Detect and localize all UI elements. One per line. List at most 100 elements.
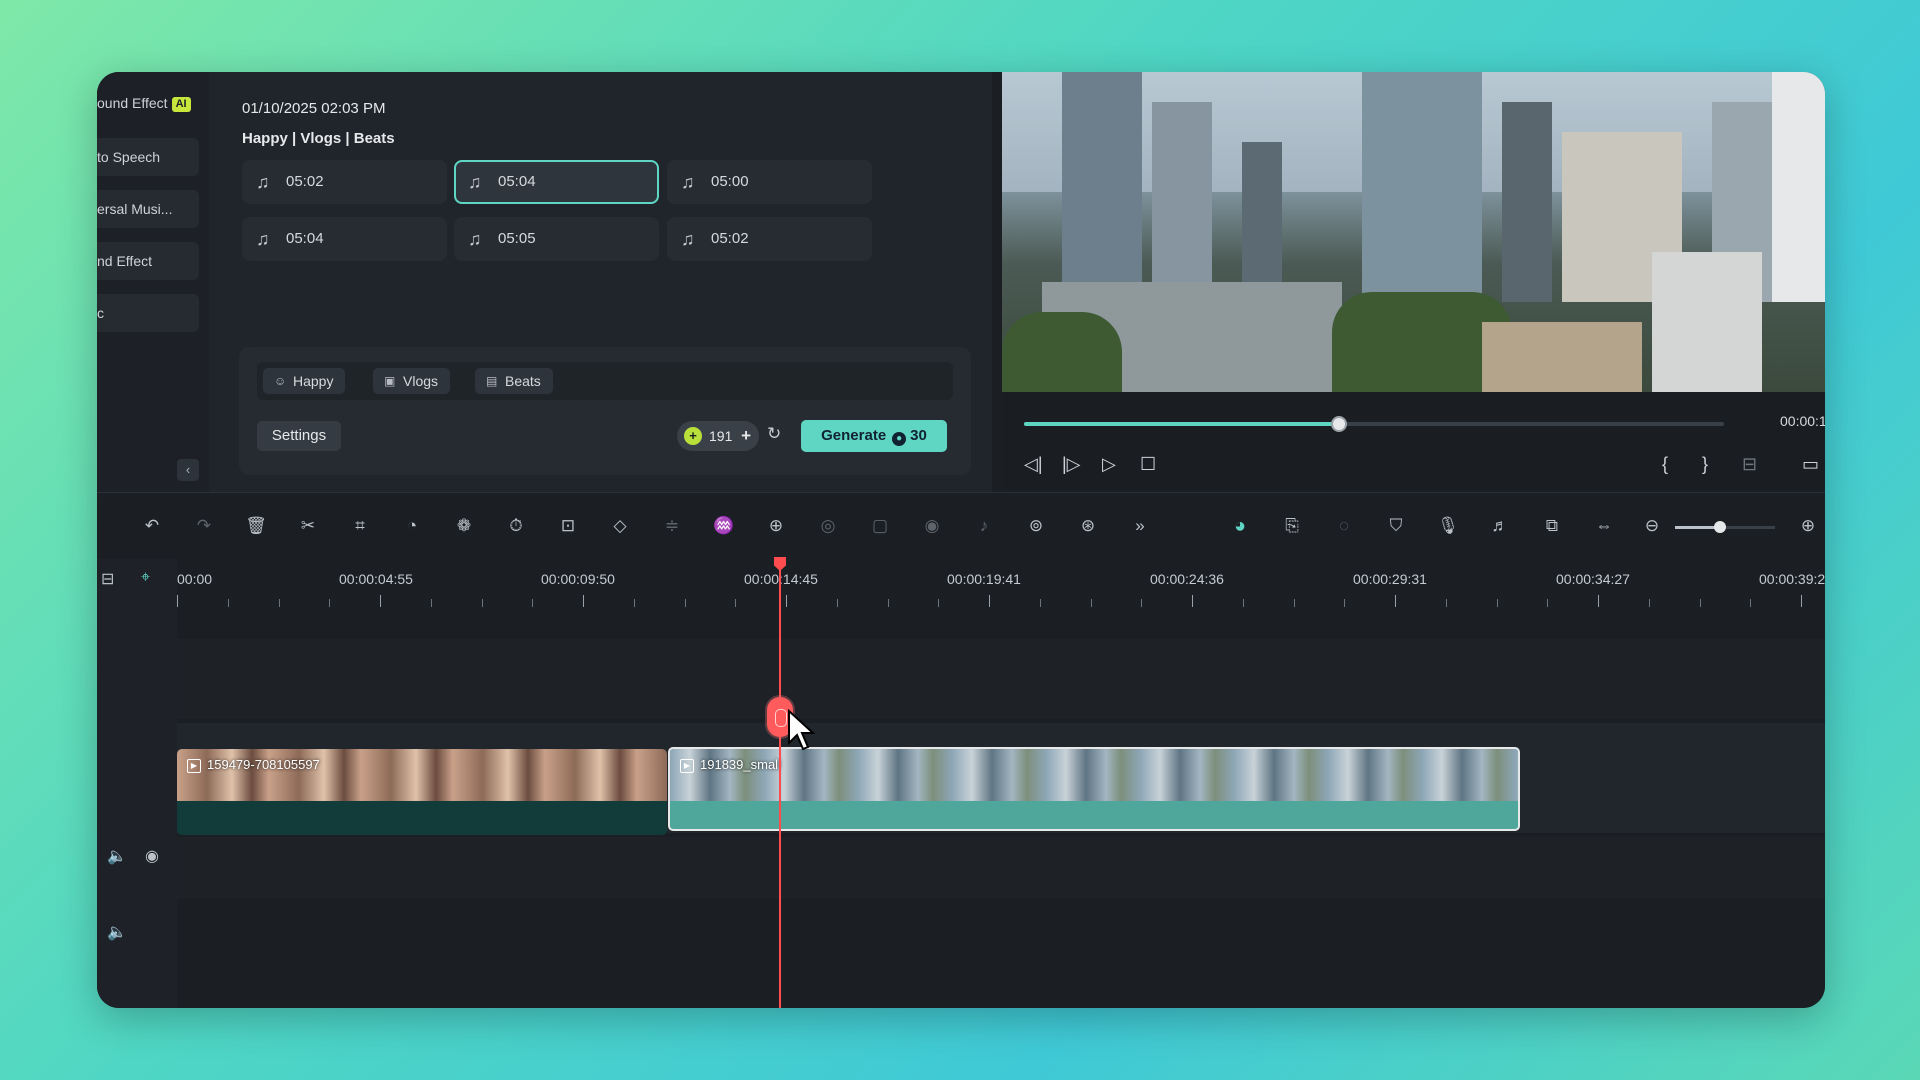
prev-frame-icon[interactable]: ◁| xyxy=(1024,454,1043,475)
music-track-card[interactable]: ♫ 05:02 xyxy=(667,217,872,261)
adjust-icon[interactable]: ≑ xyxy=(661,515,683,537)
add-track-icon[interactable]: ⊟ xyxy=(101,569,114,589)
ruler-tick xyxy=(1445,599,1447,607)
keyframe-icon[interactable]: ◇ xyxy=(609,515,631,537)
timer-icon[interactable]: ⏱ xyxy=(505,515,527,537)
scrubber-handle[interactable] xyxy=(1331,416,1347,432)
audio-stretch-icon[interactable]: ♒ xyxy=(713,515,735,537)
ai-tool-icon[interactable]: ⊕ xyxy=(765,515,787,537)
scrubber-progress xyxy=(1024,422,1339,426)
zoom-in-icon[interactable]: ⊕ xyxy=(1797,515,1819,537)
microphone-icon[interactable]: 🎙 xyxy=(1437,515,1459,537)
mark-in-icon[interactable]: { xyxy=(1662,454,1668,475)
tag-chip-beats[interactable]: ▤ Beats xyxy=(475,368,553,394)
tag-chip-vlogs[interactable]: ▣ Vlogs xyxy=(373,368,451,394)
ruler-tick xyxy=(989,595,990,607)
redo-icon[interactable]: ↷ xyxy=(193,515,215,537)
snapshot-icon[interactable]: ⎘ xyxy=(1281,515,1303,537)
fullscreen-icon[interactable]: ▭ xyxy=(1802,454,1819,475)
track-duration: 05:02 xyxy=(286,173,324,190)
music-note-icon: ♫ xyxy=(256,172,270,192)
ai-copilot-icon[interactable]: ◕ xyxy=(1229,515,1251,537)
motion-icon[interactable]: ◉ xyxy=(921,515,943,537)
stabilize-icon[interactable]: ▢ xyxy=(869,515,891,537)
ai-music-panel: ound Effect AI to Speech ersal Musi... nd… xyxy=(97,72,992,492)
mouse-cursor-icon xyxy=(788,709,816,751)
category-universal-music[interactable]: ersal Musi... xyxy=(97,190,199,228)
zoom-out-icon[interactable]: ⊖ xyxy=(1641,515,1663,537)
ruler-label: 00:00:19:41 xyxy=(947,571,1021,587)
zoom-slider[interactable] xyxy=(1675,521,1775,533)
track-duration: 05:05 xyxy=(498,230,536,247)
speaker-icon[interactable]: 🔈 xyxy=(107,846,127,866)
eye-icon[interactable]: ◉ xyxy=(145,846,159,866)
audio-icon[interactable]: ♪ xyxy=(973,515,995,537)
mark-out-icon[interactable]: } xyxy=(1702,454,1708,475)
music-track-card[interactable]: ♫ 05:04 xyxy=(242,217,447,261)
add-credits-icon: + xyxy=(741,426,751,445)
ruler-tick xyxy=(836,599,838,607)
auto-reframe-icon[interactable]: ⊡ xyxy=(557,515,579,537)
snap-icon[interactable]: ⌖ xyxy=(141,569,150,587)
ruler-tick xyxy=(177,595,178,607)
category-sound-effect-ai[interactable]: ound Effect AI xyxy=(97,84,199,122)
tag-label: Happy xyxy=(293,373,334,389)
music-track-card[interactable]: ♫ 05:00 xyxy=(667,160,872,204)
speaker-icon[interactable]: 🔈 xyxy=(107,922,127,942)
play-icon[interactable]: ▷ xyxy=(1102,454,1116,475)
ruler-label: 00:00:29:31 xyxy=(1353,571,1427,587)
music-track-card[interactable]: ♫ 05:02 xyxy=(242,160,447,204)
video-clip-selected[interactable]: ▶ 191839_small xyxy=(668,747,1520,831)
delete-icon[interactable]: 🗑 xyxy=(245,515,267,537)
building xyxy=(1242,142,1282,302)
category-music[interactable]: c xyxy=(97,294,199,332)
camera-icon: ▣ xyxy=(384,374,396,388)
zoom-handle[interactable] xyxy=(1714,521,1726,533)
time-ruler[interactable]: 00:00 00:00:04:55 00:00:09:50 00:00:14:4… xyxy=(177,559,1825,619)
video-preview-panel: 00:00:14 ◁| |▷ ▷ ☐ { } ⊟ ▭ xyxy=(1002,72,1825,492)
tag-chip-happy[interactable]: ☺ Happy xyxy=(263,368,346,394)
render-icon[interactable]: ◌ xyxy=(1333,515,1355,537)
undo-icon[interactable]: ↶ xyxy=(141,515,163,537)
collapse-panel-button[interactable]: ‹ xyxy=(177,459,199,481)
crop-icon[interactable]: ⌗ xyxy=(349,515,371,537)
rooftop xyxy=(1652,252,1762,392)
ruler-tick xyxy=(684,599,686,607)
credit-icon: ● xyxy=(892,432,907,446)
ruler-tick xyxy=(1699,599,1701,607)
generate-button[interactable]: Generate ● 30 xyxy=(801,420,947,452)
more-tools-icon[interactable]: » xyxy=(1129,515,1151,537)
fit-timeline-icon[interactable]: ⇔ xyxy=(1593,515,1615,537)
media-icon[interactable]: ⧉ xyxy=(1541,515,1563,537)
settings-button[interactable]: Settings xyxy=(257,421,341,451)
effects-icon[interactable]: ⊛ xyxy=(1077,515,1099,537)
insert-clip-icon[interactable]: ⊟ xyxy=(1742,454,1757,475)
playhead-line[interactable] xyxy=(779,559,781,1008)
cut-icon[interactable]: ✂ xyxy=(297,515,319,537)
refresh-icon[interactable]: ↻ xyxy=(767,424,781,444)
category-text-to-speech[interactable]: to Speech xyxy=(97,138,199,176)
music-track-card-selected[interactable]: ♫ 05:04 xyxy=(454,160,659,204)
mask-icon[interactable]: ◎ xyxy=(817,515,839,537)
preview-scrubber[interactable] xyxy=(1024,416,1724,432)
ruler-tick xyxy=(1395,595,1396,607)
stop-icon[interactable]: ☐ xyxy=(1140,454,1156,475)
color-icon[interactable]: ❁ xyxy=(453,515,475,537)
audio-track-lane xyxy=(177,837,1825,899)
video-clip-icon: ▶ xyxy=(680,759,694,773)
chevron-left-icon: ‹ xyxy=(185,462,191,477)
building xyxy=(1362,72,1482,302)
prompt-tag-row[interactable]: ☺ Happy ▣ Vlogs ▤ Beats xyxy=(257,362,953,400)
category-label: ersal Musi... xyxy=(97,201,173,217)
video-clip[interactable]: ▶ 159479-708105597 xyxy=(177,749,667,835)
category-sound-effect[interactable]: nd Effect xyxy=(97,242,199,280)
next-frame-icon[interactable]: |▷ xyxy=(1062,454,1081,475)
preview-time-readout: 00:00:14 xyxy=(1780,413,1825,429)
speed-icon[interactable]: ◔ xyxy=(401,515,423,537)
smart-cutout-icon[interactable]: ⊚ xyxy=(1025,515,1047,537)
music-track-card[interactable]: ♫ 05:05 xyxy=(454,217,659,261)
music-list-icon[interactable]: ♬ xyxy=(1489,515,1511,537)
shield-icon[interactable]: ⛉ xyxy=(1385,515,1407,537)
credits-counter[interactable]: +191 + xyxy=(677,421,759,451)
ruler-tick xyxy=(938,599,940,607)
